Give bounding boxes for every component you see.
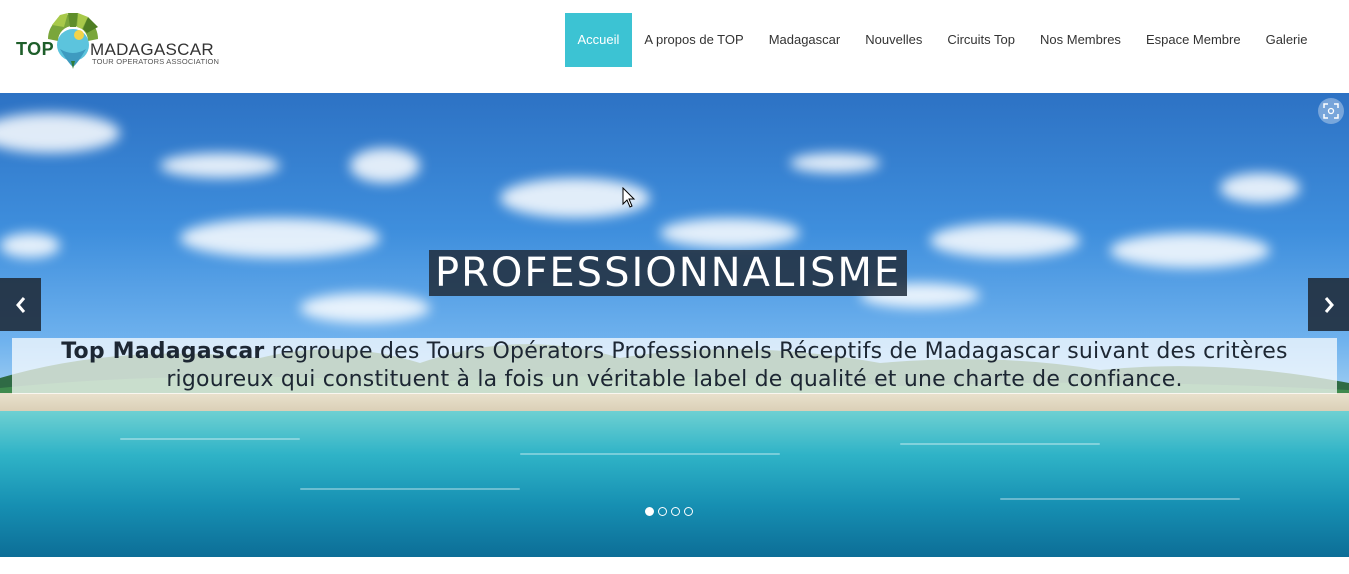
nav-item-espace-membre[interactable]: Espace Membre: [1133, 13, 1253, 67]
slider-dot-1[interactable]: [645, 507, 654, 516]
nav-item-circuits-top[interactable]: Circuits Top: [935, 13, 1028, 67]
logo-sub-text: TOUR OPERATORS ASSOCIATION: [92, 57, 220, 66]
cloud-shape: [1220, 173, 1300, 203]
cloud-shape: [300, 293, 430, 323]
slider-pagination: [645, 507, 693, 516]
water-shimmer: [1000, 498, 1240, 500]
cloud-shape: [660, 218, 800, 248]
water-shimmer: [520, 453, 780, 455]
hero-slider: PROFESSIONNALISME Top Madagascar regroup…: [0, 93, 1349, 557]
cloud-shape: [0, 233, 60, 258]
water-shimmer: [120, 438, 300, 440]
logo-top-text: TOP: [16, 39, 55, 59]
cloud-shape: [1110, 233, 1270, 268]
cloud-shape: [790, 153, 880, 173]
sea-shape: [0, 411, 1349, 557]
hero-description-text: regroupe des Tours Opérators Professionn…: [166, 339, 1288, 392]
cloud-shape: [180, 218, 380, 258]
cloud-shape: [930, 223, 1080, 258]
nav-item-nouvelles[interactable]: Nouvelles: [853, 13, 935, 67]
slider-prev-button[interactable]: [0, 278, 41, 331]
nav-item-accueil[interactable]: Accueil: [565, 13, 632, 67]
nav-item-a-propos[interactable]: A propos de TOP: [632, 13, 756, 67]
site-logo[interactable]: TOP MADAGASCAR TOUR OPERATORS ASSOCIATIO…: [16, 11, 220, 71]
mouse-cursor-icon: [622, 187, 636, 208]
hero-description: Top Madagascar regroupe des Tours Opérat…: [12, 338, 1337, 394]
slider-dot-2[interactable]: [658, 507, 667, 516]
nav-item-galerie[interactable]: Galerie: [1253, 13, 1320, 67]
nav-item-nos-membres[interactable]: Nos Membres: [1028, 13, 1134, 67]
site-header: TOP MADAGASCAR TOUR OPERATORS ASSOCIATIO…: [0, 0, 1349, 93]
hero-title: PROFESSIONNALISME: [429, 250, 908, 296]
nav-item-madagascar[interactable]: Madagascar: [756, 13, 853, 67]
slider-dot-3[interactable]: [671, 507, 680, 516]
water-shimmer: [900, 443, 1100, 445]
chevron-left-icon: [15, 296, 25, 313]
fullscreen-icon[interactable]: [1318, 98, 1344, 124]
chevron-right-icon: [1324, 296, 1334, 313]
hero-description-bold: Top Madagascar: [61, 339, 265, 364]
slider-dot-4[interactable]: [684, 507, 693, 516]
cloud-shape: [160, 153, 280, 178]
main-nav: Accueil A propos de TOP Madagascar Nouve…: [565, 13, 1320, 67]
slider-next-button[interactable]: [1308, 278, 1349, 331]
cloud-shape: [350, 148, 420, 183]
water-shimmer: [300, 488, 520, 490]
